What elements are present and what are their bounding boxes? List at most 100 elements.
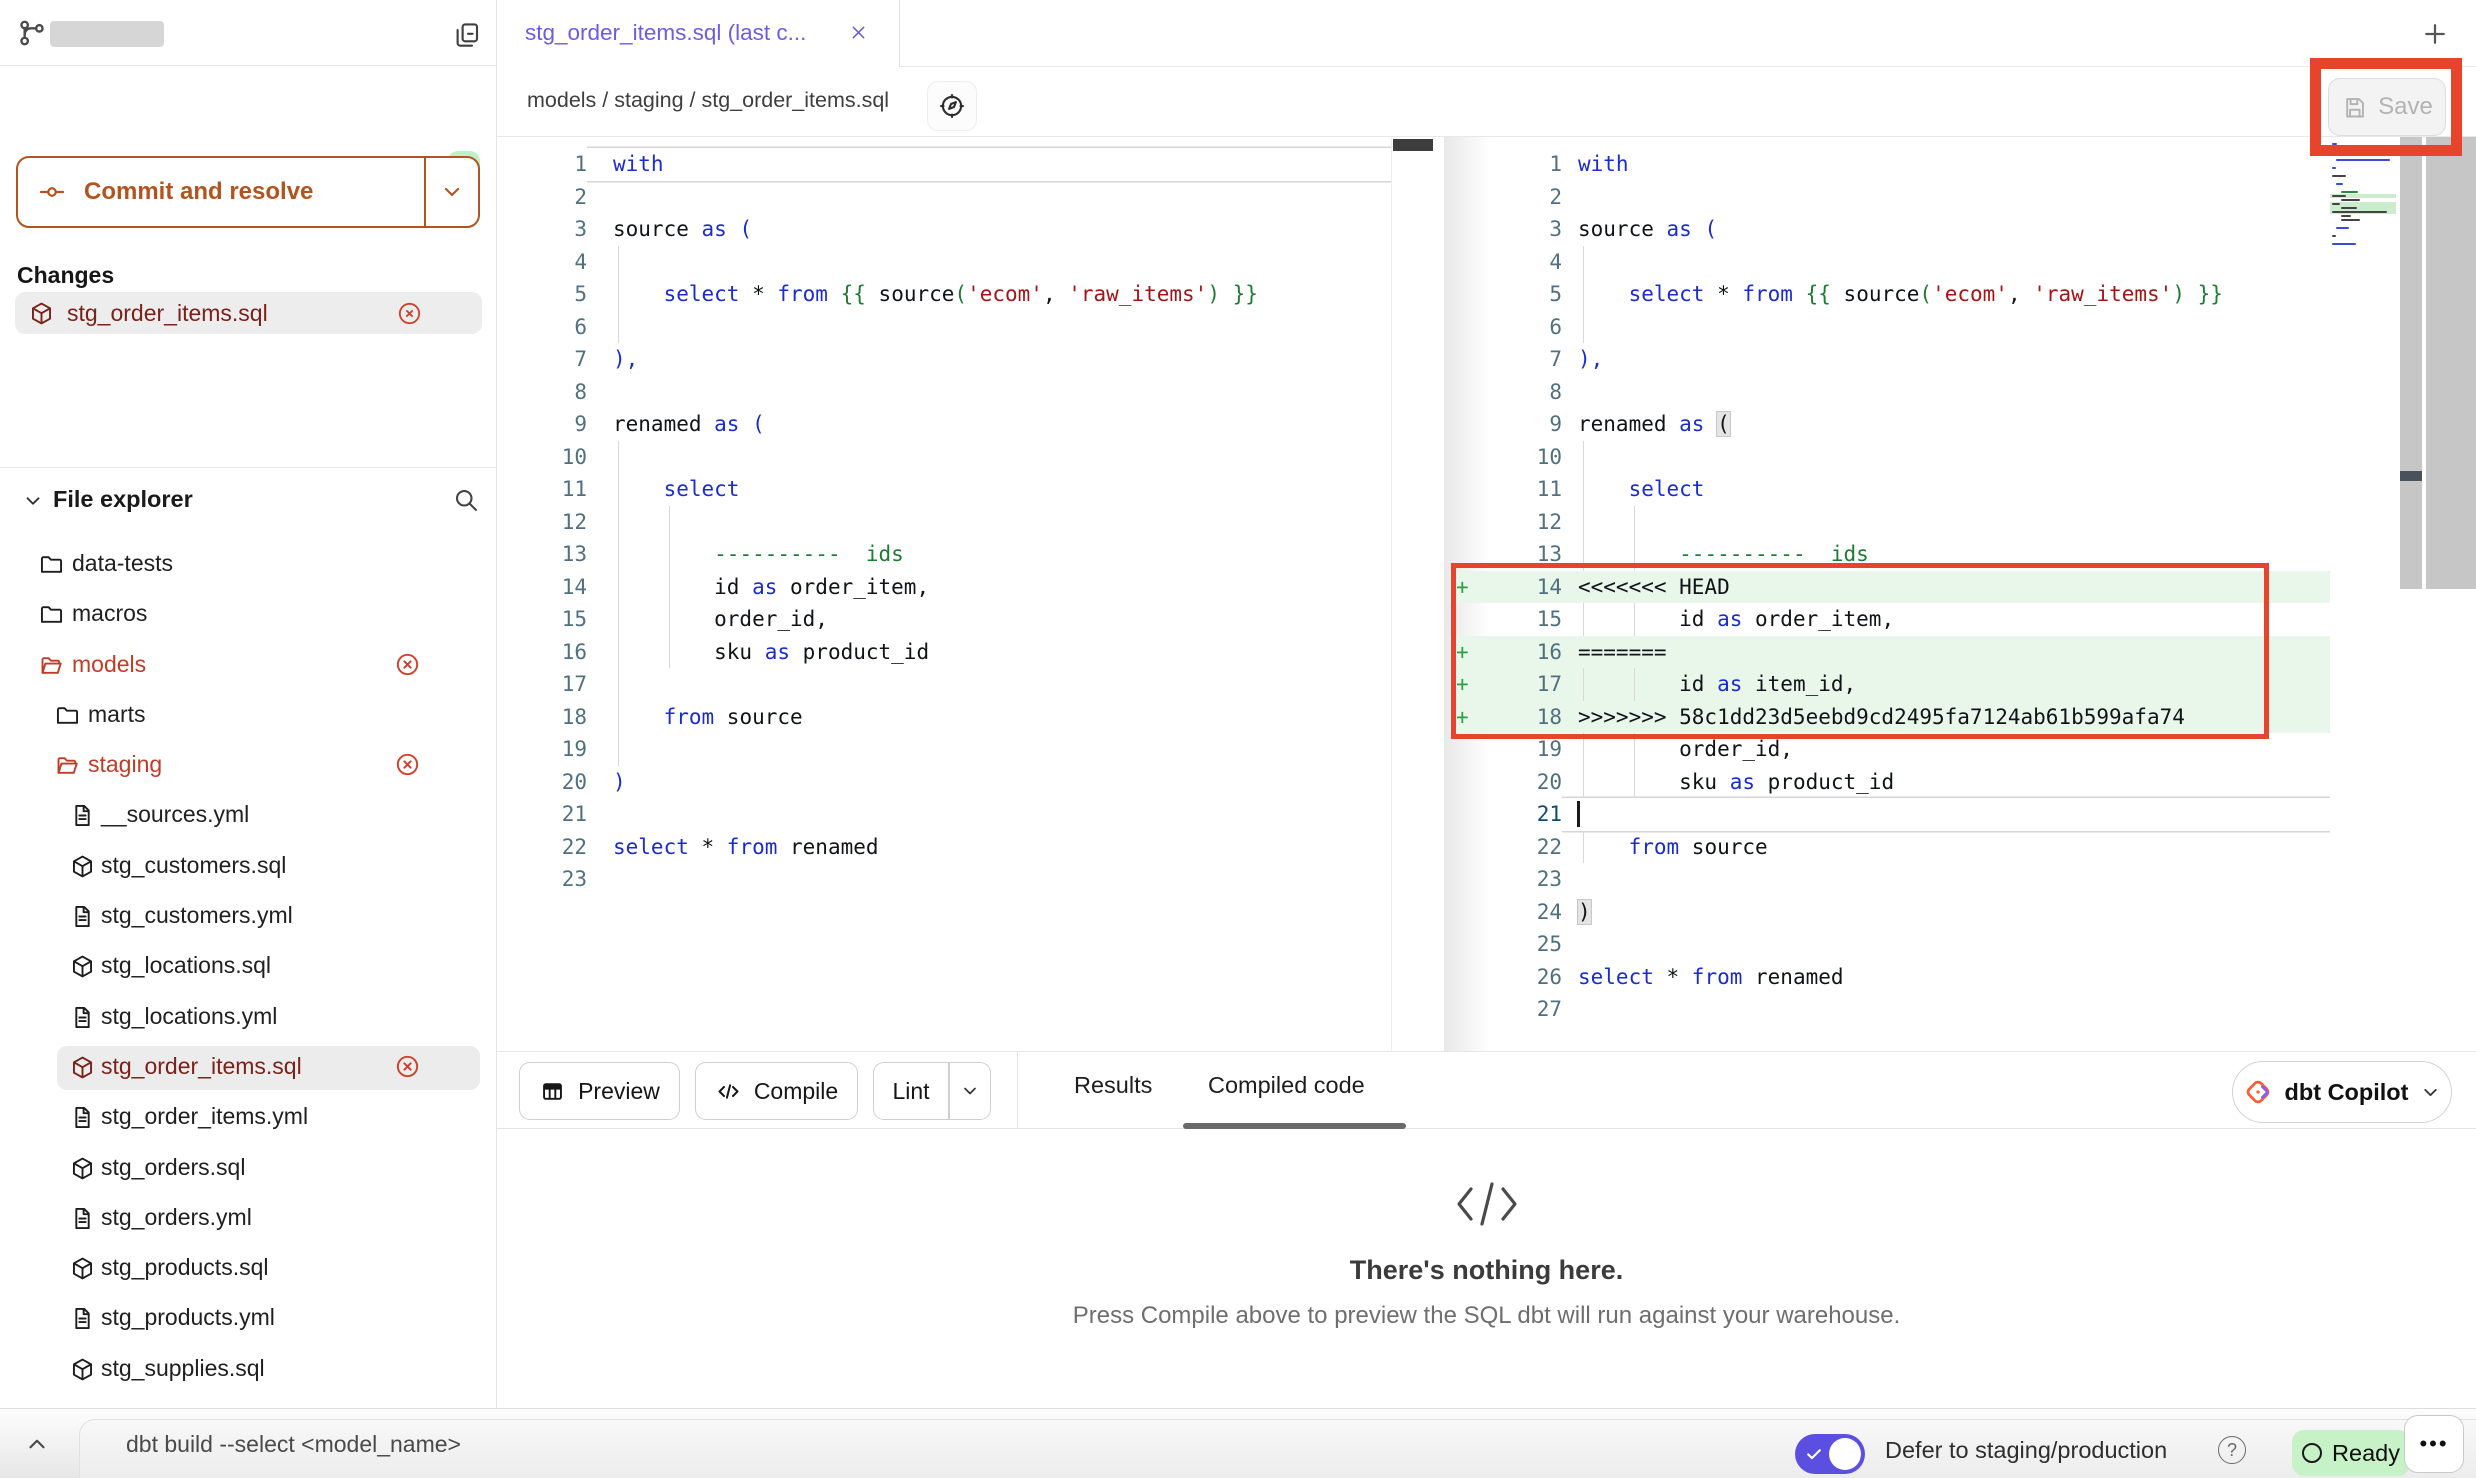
lint-dropdown-chevron[interactable] [950,1081,990,1101]
code-line-7[interactable]: 7), [498,343,1391,376]
code-line-8[interactable]: 8 [498,376,1391,409]
code-line-12[interactable]: 12 [498,506,1391,539]
code-line-15[interactable]: 15 id as order_item, [1450,603,2330,636]
tree-folder-marts[interactable]: marts [0,691,496,741]
lint-label[interactable]: Lint [874,1078,948,1105]
code-line-20[interactable]: 20 sku as product_id [1450,766,2330,799]
code-line-26[interactable]: 26select * from renamed [1450,961,2330,994]
discard-change-icon[interactable] [394,751,421,778]
code-line-22[interactable]: 22 from source [1450,831,2330,864]
save-button[interactable]: Save [2328,78,2446,136]
code-line-21[interactable]: 21 [498,798,1391,831]
tree-folder-staging[interactable]: staging [0,741,496,791]
minimap[interactable] [2330,142,2396,250]
preview-button[interactable]: Preview [519,1062,680,1120]
compile-button[interactable]: Compile [695,1062,858,1120]
changed-file-row[interactable]: stg_order_items.sql [15,292,482,334]
tree-file-stg_locations.yml[interactable]: stg_locations.yml [0,993,496,1043]
tree-file-stg_orders.sql[interactable]: stg_orders.sql [0,1144,496,1194]
code-line-11[interactable]: 11 select [498,473,1391,506]
code-line-25[interactable]: 25 [1450,928,2330,961]
tab-stg-order-items[interactable]: stg_order_items.sql (last c... [497,0,900,67]
more-options-button[interactable]: ••• [2404,1415,2464,1473]
code-line-13[interactable]: 13 ---------- ids [1450,538,2330,571]
code-line-22[interactable]: 22select * from renamed [498,831,1391,864]
code-line-24[interactable]: 24) [1450,896,2330,929]
editor-scrollbar-track[interactable] [2400,137,2422,589]
code-line-18[interactable]: +18>>>>>>> 58c1dd23d5eebd9cd2495fa7124ab… [1450,701,2330,734]
code-line-4[interactable]: 4 [1450,246,2330,279]
code-line-9[interactable]: 9renamed as ( [1450,408,2330,441]
commit-dropdown-chevron[interactable] [426,180,478,204]
code-line-20[interactable]: 20) [498,766,1391,799]
code-line-18[interactable]: 18 from source [498,701,1391,734]
code-line-17[interactable]: 17 [498,668,1391,701]
code-line-1[interactable]: 1with [498,148,1391,181]
code-line-4[interactable]: 4 [498,246,1391,279]
chevron-up-icon[interactable] [24,1431,50,1457]
lineage-compass-button[interactable] [927,81,977,131]
code-line-10[interactable]: 10 [498,441,1391,474]
code-line-8[interactable]: 8 [1450,376,2330,409]
code-line-3[interactable]: 3source as ( [1450,213,2330,246]
tree-file-stg_products.yml[interactable]: stg_products.yml [0,1294,496,1344]
defer-toggle[interactable] [1795,1434,1865,1474]
tree-file-stg_order_items.yml[interactable]: stg_order_items.yml [0,1093,496,1143]
code-line-13[interactable]: 13 ---------- ids [498,538,1391,571]
dbt-copilot-button[interactable]: dbt Copilot [2232,1061,2452,1123]
code-line-10[interactable]: 10 [1450,441,2330,474]
code-line-11[interactable]: 11 select [1450,473,2330,506]
code-line-21[interactable]: 21 [1450,798,2330,831]
tree-file-stg_customers.yml[interactable]: stg_customers.yml [0,892,496,942]
code-line-15[interactable]: 15 order_id, [498,603,1391,636]
code-line-27[interactable]: 27 [1450,993,2330,1026]
code-line-6[interactable]: 6 [1450,311,2330,344]
code-line-6[interactable]: 6 [498,311,1391,344]
tab-results[interactable]: Results [1074,1072,1152,1099]
code-line-7[interactable]: 7), [1450,343,2330,376]
tree-file-stg_products.sql[interactable]: stg_products.sql [0,1244,496,1294]
file-explorer-section-header[interactable]: File explorer [0,468,496,532]
search-icon[interactable] [452,486,480,514]
copy-icon[interactable] [452,20,482,50]
commit-and-resolve-button[interactable]: Commit and resolve [16,156,480,228]
code-line-23[interactable]: 23 [498,863,1391,896]
left-pane-scrollbar-thumb[interactable] [1393,139,1433,151]
tab-compiled-code[interactable]: Compiled code [1208,1072,1365,1099]
code-line-5[interactable]: 5 select * from {{ source('ecom', 'raw_i… [1450,278,2330,311]
code-line-12[interactable]: 12 [1450,506,2330,539]
code-line-19[interactable]: 19 order_id, [1450,733,2330,766]
tree-file-stg_order_items.sql[interactable]: stg_order_items.sql [0,1043,496,1093]
code-line-2[interactable]: 2 [1450,181,2330,214]
code-line-17[interactable]: +17 id as item_id, [1450,668,2330,701]
code-line-16[interactable]: +16======= [1450,636,2330,669]
tree-folder-data-tests[interactable]: data-tests [0,540,496,590]
editor-scrollbar-thumb[interactable] [2400,471,2422,481]
diff-pane-modified[interactable]: 1with23source as (45 select * from {{ so… [1450,137,2330,1051]
tree-file-__sources.yml[interactable]: __sources.yml [0,791,496,841]
tree-file-stg_locations.sql[interactable]: stg_locations.sql [0,942,496,992]
discard-change-icon[interactable] [396,300,423,327]
discard-change-icon[interactable] [394,1053,421,1080]
discard-change-icon[interactable] [394,651,421,678]
code-line-23[interactable]: 23 [1450,863,2330,896]
tree-file-stg_orders.yml[interactable]: stg_orders.yml [0,1194,496,1244]
code-line-5[interactable]: 5 select * from {{ source('ecom', 'raw_i… [498,278,1391,311]
code-line-9[interactable]: 9renamed as ( [498,408,1391,441]
tree-folder-macros[interactable]: macros [0,590,496,640]
tree-file-stg_customers.sql[interactable]: stg_customers.sql [0,842,496,892]
lint-split-button[interactable]: Lint [873,1062,991,1120]
code-line-14[interactable]: 14 id as order_item, [498,571,1391,604]
code-line-2[interactable]: 2 [498,181,1391,214]
code-line-16[interactable]: 16 sku as product_id [498,636,1391,669]
version-control-section-header[interactable]: Version control 1 [0,66,496,138]
command-input[interactable]: dbt build --select <model_name> [126,1431,461,1458]
new-tab-icon[interactable] [2420,19,2450,49]
tree-folder-models[interactable]: models [0,641,496,691]
code-line-3[interactable]: 3source as ( [498,213,1391,246]
code-line-1[interactable]: 1with [1450,148,2330,181]
code-line-19[interactable]: 19 [498,733,1391,766]
close-icon[interactable] [849,23,868,42]
tree-file-stg_supplies.sql[interactable]: stg_supplies.sql [0,1345,496,1395]
diff-pane-original[interactable]: 1with23source as (45 select * from {{ so… [498,137,1391,1051]
